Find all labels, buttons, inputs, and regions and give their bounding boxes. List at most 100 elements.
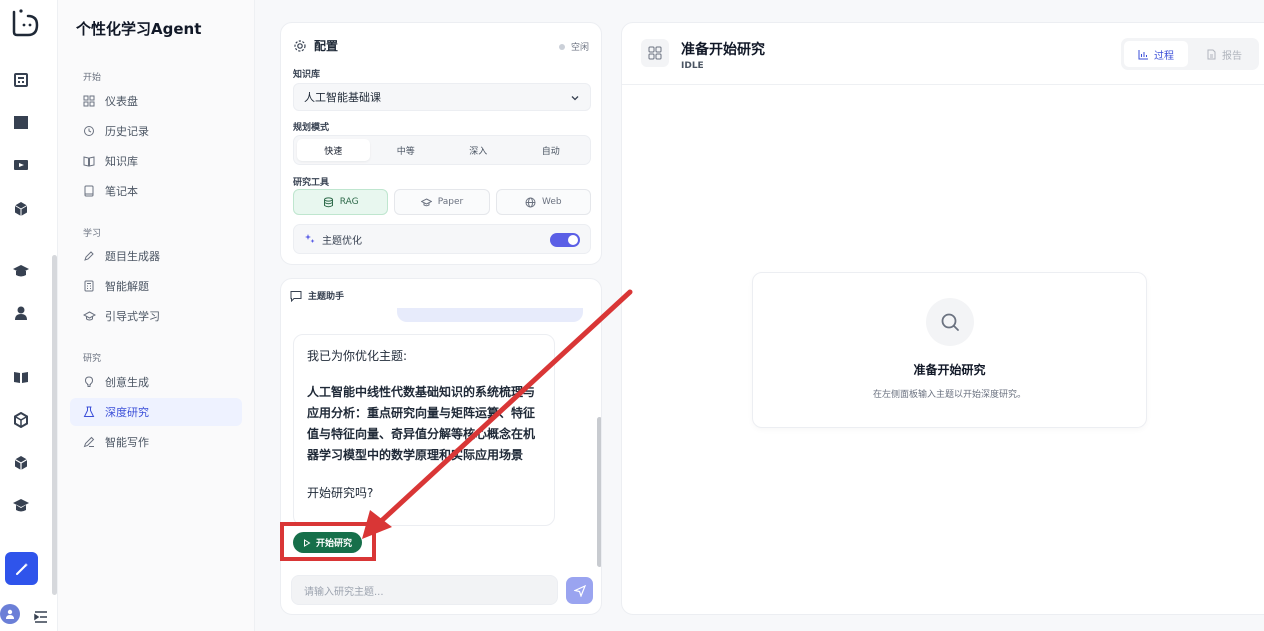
- edit-icon: [82, 435, 96, 449]
- sidebar-item-label: 智能解题: [105, 280, 149, 293]
- empty-state-subtitle: 在左侧面板输入主题以开始深度研究。: [872, 390, 1026, 400]
- graduation-cap-icon: [420, 197, 432, 206]
- graduation-rail-icon[interactable]: [12, 262, 30, 280]
- sidebar-item-knowledge-base[interactable]: 知识库: [70, 147, 242, 175]
- tool-paper-button[interactable]: Paper: [394, 189, 490, 215]
- mortarboard-icon[interactable]: [12, 497, 30, 515]
- history-icon: [82, 124, 96, 138]
- calculator-icon: [82, 279, 96, 293]
- kb-select-value: 人工智能基础课: [304, 91, 381, 104]
- collapse-menu-icon[interactable]: [34, 610, 48, 624]
- tab-report[interactable]: 报告: [1192, 41, 1256, 67]
- sidebar-item-question-generator[interactable]: 题目生成器: [70, 242, 242, 270]
- research-topic-input[interactable]: 请输入研究主题...: [291, 575, 558, 605]
- message-topic: 人工智能中线性代数基础知识的系统梳理与应用分析：重点研究向量与矩阵运算、特征值与…: [307, 385, 536, 462]
- status-dot-icon: [558, 43, 565, 50]
- chat-bubble-icon: [290, 290, 302, 302]
- send-button[interactable]: [566, 577, 593, 604]
- config-panel: 配置 空闲 知识库 人工智能基础课 规划模式 快速 中等 深入 自动 研究工具 …: [280, 22, 602, 265]
- cube-icon[interactable]: [12, 200, 30, 218]
- planning-mode-selector: 快速 中等 深入 自动: [293, 135, 591, 165]
- tool-rag-label: RAG: [339, 197, 359, 207]
- database-icon: [323, 196, 333, 207]
- message-intro: 我已为你优化主题:: [307, 349, 408, 363]
- message-question: 开始研究吗?: [307, 486, 374, 500]
- tab-report-label: 报告: [1222, 50, 1242, 62]
- sidebar-item-label: 智能写作: [105, 436, 149, 449]
- avatar[interactable]: [0, 604, 20, 624]
- app-title: 个性化学习Agent: [76, 20, 202, 38]
- clapperboard-icon[interactable]: [12, 113, 30, 131]
- empty-state-title: 准备开始研究: [913, 363, 986, 377]
- package-icon[interactable]: [12, 411, 30, 429]
- topic-optimization-row: 主题优化: [293, 224, 591, 254]
- tab-process-label: 过程: [1154, 50, 1174, 62]
- topic-optimization-toggle[interactable]: [550, 233, 580, 247]
- status-text: 空闲: [570, 43, 589, 53]
- document-icon: [1207, 49, 1216, 59]
- research-panel: 准备开始研究 IDLE 过程 报告 准备开始研究 在左侧面板输入主题以开始深度研…: [621, 22, 1264, 615]
- tab-process[interactable]: 过程: [1124, 41, 1188, 67]
- mode-option-auto[interactable]: 自动: [515, 139, 588, 161]
- sidebar-item-label: 创意生成: [105, 376, 149, 389]
- sidebar-item-label: 知识库: [105, 155, 138, 168]
- graduation-cap-icon: [82, 309, 96, 323]
- toggle-knob: [568, 235, 578, 245]
- config-header: 配置: [293, 37, 338, 54]
- research-tools: RAG Paper Web: [293, 189, 591, 215]
- user-message-bubble: [397, 308, 583, 322]
- assistant-message: 我已为你优化主题: 人工智能中线性代数基础知识的系统梳理与应用分析：重点研究向量…: [293, 334, 555, 526]
- open-book-icon[interactable]: [12, 368, 30, 386]
- sidebar-item-guided-learning[interactable]: 引导式学习: [70, 302, 242, 330]
- mode-option-fast[interactable]: 快速: [297, 139, 370, 161]
- book-icon: [82, 154, 96, 168]
- sidebar-item-dashboard[interactable]: 仪表盘: [70, 87, 242, 115]
- dashboard-icon: [82, 94, 96, 108]
- config-title: 配置: [314, 39, 339, 53]
- sparkles-icon: [305, 234, 315, 243]
- topic-assistant-panel: 主题助手 我已为你优化主题: 人工智能中线性代数基础知识的系统梳理与应用分析：重…: [280, 278, 602, 615]
- tool-web-label: Web: [542, 197, 562, 207]
- topic-optimization-label: 主题优化: [322, 235, 362, 247]
- research-tabs: 过程 报告: [1121, 38, 1259, 70]
- sidebar-item-smart-writing[interactable]: 智能写作: [70, 428, 242, 456]
- box-icon[interactable]: [12, 454, 30, 472]
- user-icon[interactable]: [12, 304, 30, 322]
- chat-scrollbar[interactable]: [597, 417, 601, 567]
- mode-option-deep[interactable]: 深入: [442, 139, 515, 161]
- assistant-header: 主题助手: [290, 289, 344, 302]
- tool-web-button[interactable]: Web: [495, 189, 591, 215]
- search-icon: [926, 298, 974, 346]
- layout-grid-icon: [641, 39, 669, 67]
- tools-label: 研究工具: [293, 178, 330, 188]
- sidebar-item-smart-solver[interactable]: 智能解题: [70, 272, 242, 300]
- pen-icon: [82, 249, 96, 263]
- video-icon[interactable]: [12, 156, 30, 174]
- section-title-research: 研究: [83, 354, 102, 364]
- section-title-start: 开始: [83, 73, 102, 83]
- gear-icon: [294, 39, 306, 52]
- annotation-highlight-box: [280, 522, 376, 561]
- sidebar-item-history[interactable]: 历史记录: [70, 117, 242, 145]
- magic-wand-button[interactable]: [5, 552, 38, 585]
- tool-rag-button[interactable]: RAG: [293, 189, 389, 215]
- icon-rail: [0, 0, 58, 631]
- app-logo-icon[interactable]: [10, 8, 40, 38]
- chevron-down-icon: [571, 96, 579, 101]
- send-icon: [573, 584, 586, 597]
- bar-chart-icon: [1138, 49, 1148, 59]
- status-badge: 空闲: [558, 40, 589, 53]
- sidebar-item-deep-research[interactable]: 深度研究: [70, 398, 242, 426]
- nav-sidebar: 个性化学习Agent 开始 仪表盘 历史记录 知识库 笔记本 学习 题目生成器 …: [58, 0, 255, 631]
- sidebar-item-idea-generation[interactable]: 创意生成: [70, 368, 242, 396]
- lightbulb-icon: [82, 375, 96, 389]
- research-header: 准备开始研究 IDLE 过程 报告: [622, 23, 1264, 85]
- rail-scrollbar[interactable]: [52, 255, 57, 595]
- empty-state: 准备开始研究 在左侧面板输入主题以开始深度研究。: [752, 272, 1147, 428]
- mode-option-medium[interactable]: 中等: [370, 139, 443, 161]
- kb-select[interactable]: 人工智能基础课: [293, 83, 591, 111]
- calculator-rail-icon[interactable]: [12, 71, 30, 89]
- sidebar-item-label: 笔记本: [105, 185, 138, 198]
- research-title: 准备开始研究: [681, 42, 765, 58]
- sidebar-item-notebook[interactable]: 笔记本: [70, 177, 242, 205]
